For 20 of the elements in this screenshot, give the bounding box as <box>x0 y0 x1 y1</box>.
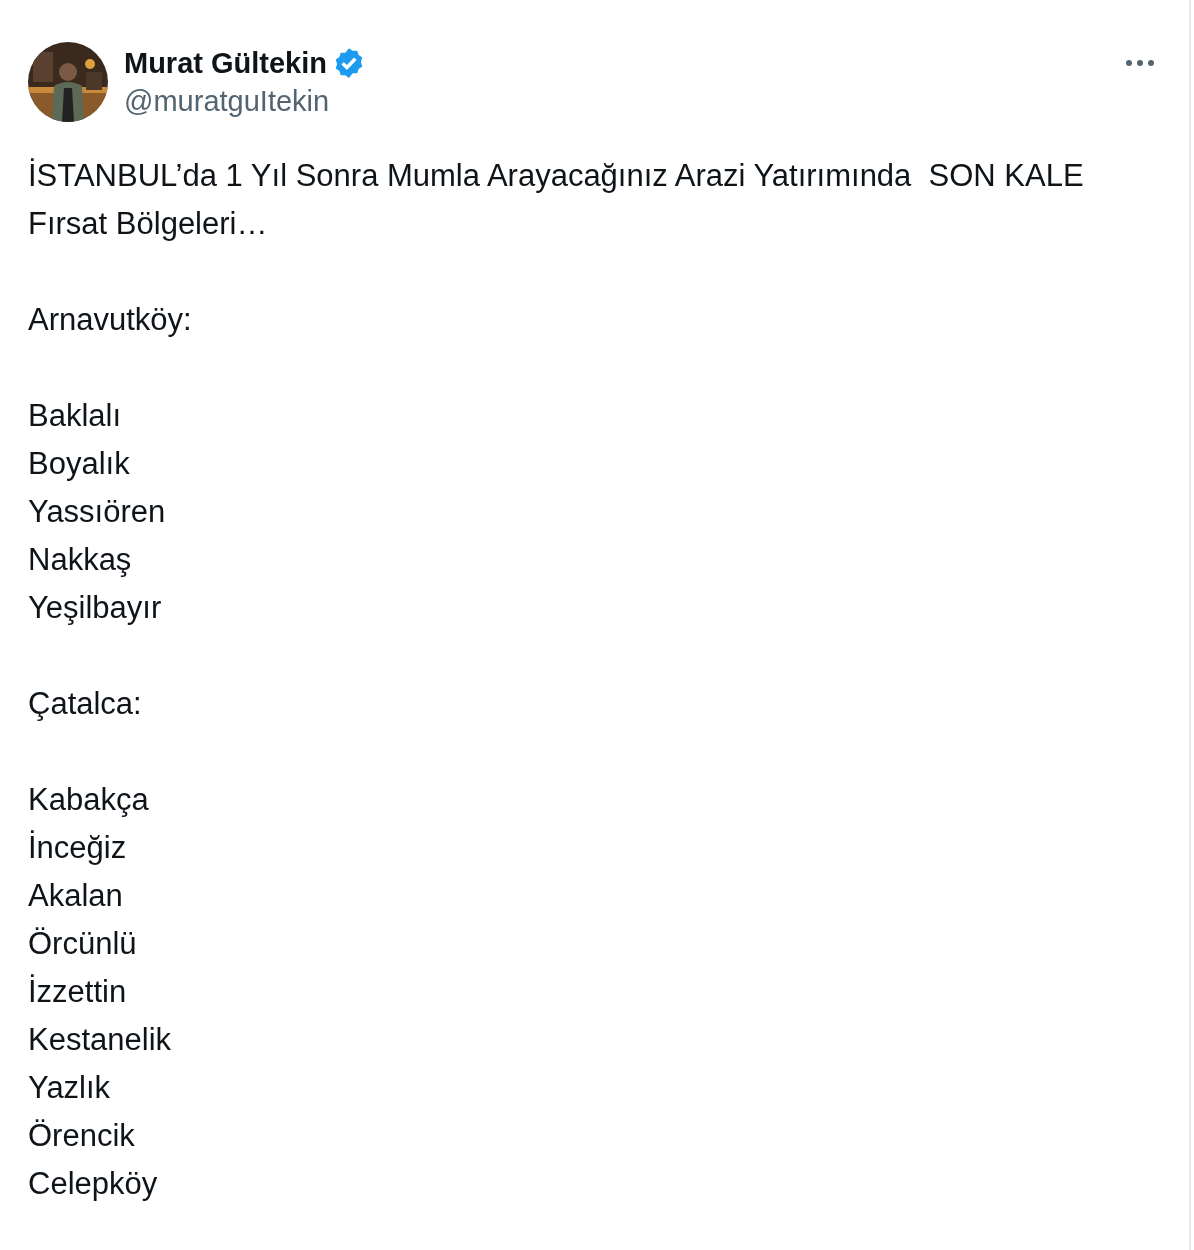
tweet-text: Yazlık <box>28 1069 111 1107</box>
author-name[interactable]: Murat Gültekin <box>124 44 327 82</box>
author-handle[interactable]: @muratguItekin <box>124 82 1125 120</box>
tweet-text: Örcünlü <box>28 925 137 963</box>
tweet-text: Akalan <box>28 877 123 915</box>
tweet-text: İSTANBUL’da 1 Yıl Sonra Mumla Arayacağınız Arazi Yatırımında SON KALE Fırsat Bölgeleri… <box>28 157 1085 243</box>
tweet-text: Celepköy <box>28 1165 158 1203</box>
tweet-text: Nakkaş <box>28 541 132 579</box>
tweet-text: Kestanelik <box>28 1021 172 1059</box>
tweet-text: İzzettin <box>28 973 127 1011</box>
tweet-text: Yeşilbayır <box>28 589 162 627</box>
tweet-text: Arnavutköy: <box>28 301 192 339</box>
tweet-text: Çatalca: <box>28 685 142 723</box>
tweet-text: Baklalı <box>28 397 122 435</box>
tweet-text: Yassıören <box>28 493 166 531</box>
tweet-text: Örencik <box>28 1117 135 1155</box>
tweet-text: Boyalık <box>28 445 130 483</box>
tweet-text: Kabakça <box>28 781 149 819</box>
more-icon[interactable] <box>1125 59 1155 67</box>
tweet-text: İnceğiz <box>28 829 127 867</box>
